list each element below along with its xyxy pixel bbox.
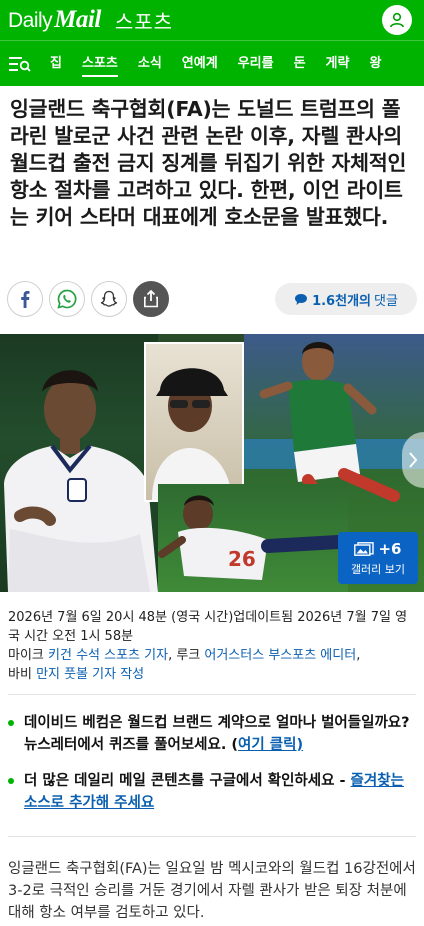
comments-count: 1.6천개의 [312,293,371,309]
article-headline: 잉글랜드 축구협회(FA)는 도널드 트럼프의 폴라린 발로군 사건 관련 논란… [10,97,407,229]
nav-item-news[interactable]: 소식 [138,41,162,86]
nav-item-royals[interactable]: 왕 [369,41,381,86]
facebook-icon [21,291,30,308]
snapchat-icon [100,290,118,307]
share-whatsapp-button[interactable] [49,281,85,317]
divider [8,694,416,695]
player-photo-bottom: 26 [158,484,348,592]
user-icon [390,12,404,28]
nav-item-money[interactable]: 돈 [294,41,306,86]
article-highlights: 데이비드 베컴은 월드컵 브랜드 계약으로 얼마나 벌어들일까요? 뉴스레터에서… [8,712,416,828]
hero-image-collage[interactable]: 26 +6 갤러리 보기 [0,334,424,592]
author-prefix: 마이크 [8,648,49,663]
svg-text:26: 26 [228,547,256,571]
share-facebook-button[interactable] [7,281,43,317]
player-photo-left [0,334,158,592]
nav-item-sport[interactable]: 스포츠 [81,41,118,86]
whatsapp-icon [57,289,77,309]
author-comma: , [356,648,361,663]
author-line: 마이크 키건 수석 스포츠 기자, 루크 어거스터스 부스포츠 에디터, [8,646,416,665]
share-more-button[interactable] [133,281,169,317]
share-icon [144,290,158,308]
nav-item-sport-extra[interactable]: 게략 [326,41,350,86]
article-body-paragraph: 잉글랜드 축구협회(FA)는 일요일 밤 멕시코와의 월드컵 16강전에서 3-… [8,861,416,921]
account-button[interactable] [382,5,412,35]
highlight-item: 데이비드 베컴은 월드컵 브랜드 계약으로 얼마나 벌어들일까요? 뉴스레터에서… [8,712,416,756]
article-byline: 2026년 7월 6일 20시 48분 (영국 시간)업데이트됨 2026년 7… [8,608,416,684]
highlight-text: 더 많은 데일리 메일 콘텐츠를 구글에서 확인하세요 - [24,773,351,789]
share-bar: 1.6천개의 댓글 [7,281,417,317]
publish-timestamp: 2026년 7월 6일 20시 48분 (영국 시간)업데이트됨 2026년 7… [8,610,408,644]
section-nav: 집 스포츠 소식 연예계 우리를 돈 게략 왕 [0,40,424,86]
top-header: Daily Mail 스포츠 [0,0,424,40]
logo-daily-text: Daily [8,9,53,32]
divider [8,836,416,837]
share-snapchat-button[interactable] [91,281,127,317]
gallery-count: +6 [378,539,402,558]
view-gallery-button[interactable]: +6 갤러리 보기 [338,532,418,584]
author-line-2: 바비 만지 풋볼 기자 작성 [8,665,416,684]
gallery-label: 갤러리 보기 [350,562,406,576]
nav-item-home[interactable]: 집 [50,41,62,86]
menu-search-button[interactable] [0,41,40,86]
gallery-icon [354,541,375,556]
comment-bubble-icon [295,293,308,305]
menu-search-icon [9,56,31,72]
chevron-right-icon [409,452,418,468]
highlight-text: 데이비드 베컴은 월드컵 브랜드 계약으로 얼마나 벌어들일까요? 뉴스레터에서… [24,715,410,753]
highlight-link-tail[interactable]: ) [296,737,303,753]
author-link-3[interactable]: 만지 풋볼 기자 작성 [36,667,144,682]
author-separator: , 루크 [168,648,205,663]
nav-item-showbiz[interactable]: 연예계 [182,41,218,86]
section-title[interactable]: 스포츠 [115,6,173,35]
highlight-item: 더 많은 데일리 메일 콘텐츠를 구글에서 확인하세요 - 즐겨찾는 소스로 추… [8,770,416,814]
comments-button[interactable]: 1.6천개의 댓글 [275,283,417,315]
comments-label: 댓글 [374,293,398,309]
author-link-2[interactable]: 어거스터스 부스포츠 에디터 [204,648,356,663]
nav-item-femail[interactable]: 우리를 [238,41,274,86]
daily-mail-logo[interactable]: Daily Mail [8,6,101,34]
highlight-link[interactable]: 여기 클릭 [238,737,296,753]
author-link-1[interactable]: 키건 수석 스포츠 기자 [48,648,168,663]
logo-mail-text: Mail [54,6,101,33]
pundit-photo-inset [144,342,244,502]
author-prefix-2: 바비 [8,667,37,682]
